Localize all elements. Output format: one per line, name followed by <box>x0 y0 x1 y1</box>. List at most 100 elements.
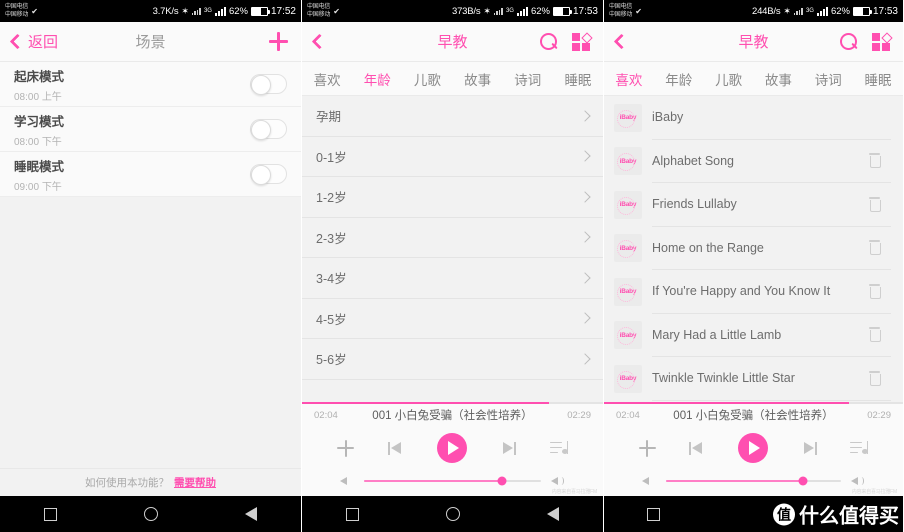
carrier-line-1: 中国电信 <box>5 4 29 10</box>
tab-poetry[interactable]: 诗词 <box>803 69 853 89</box>
album-thumbnail: iBaby <box>614 103 642 132</box>
back-button[interactable] <box>604 33 630 50</box>
media-player: 02:04 001 小白兔受骗（社会性培养） 02:29 内容来自喜马拉雅FM <box>604 401 903 496</box>
playlist-icon <box>850 440 869 456</box>
add-scene-icon[interactable] <box>269 32 288 51</box>
tab-stories[interactable]: 故事 <box>453 69 503 89</box>
scene-toggle[interactable] <box>250 74 287 95</box>
age-label: 5-6岁 <box>316 353 347 368</box>
age-row-4-5[interactable]: 4-5岁 <box>302 298 603 339</box>
queue-button[interactable] <box>550 440 568 456</box>
back-button[interactable] <box>302 33 328 50</box>
grid-view-icon[interactable] <box>572 32 590 51</box>
age-row-3-4[interactable]: 3-4岁 <box>302 258 603 299</box>
song-title: Friends Lullaby <box>652 197 737 212</box>
age-row-1-2[interactable]: 1-2岁 <box>302 177 603 218</box>
tab-sleep[interactable]: 睡眠 <box>553 69 603 89</box>
play-button[interactable] <box>437 433 467 463</box>
back-button[interactable]: 返回 <box>0 31 58 52</box>
age-row-5-6[interactable]: 5-6岁 <box>302 339 603 380</box>
back-icon[interactable] <box>244 506 258 522</box>
panel-scenes: 中国电信 中国移动 ✔ 3.7K/s ✶ 3G 62% 17:52 返回 场景 … <box>0 0 301 532</box>
tab-age[interactable]: 年龄 <box>352 69 402 89</box>
player-controls <box>302 426 603 470</box>
home-icon[interactable] <box>445 507 460 521</box>
tab-nursery-rhymes[interactable]: 儿歌 <box>704 69 754 89</box>
recent-apps-icon[interactable] <box>43 507 57 521</box>
recent-apps-icon[interactable] <box>345 507 359 521</box>
volume-up-icon[interactable] <box>851 475 865 487</box>
add-to-playlist-button[interactable] <box>638 439 656 457</box>
album-thumbnail: iBaby <box>614 190 642 219</box>
song-row[interactable]: iBaby Mary Had a Little Lamb <box>604 313 903 357</box>
delete-icon[interactable] <box>868 327 881 343</box>
carrier-info: 中国电信 中国移动 ✔ <box>5 3 38 19</box>
age-row-2-3[interactable]: 2-3岁 <box>302 217 603 258</box>
scene-row-sleep[interactable]: 睡眠模式 09:00 下午 <box>0 152 301 197</box>
bluetooth-icon: ✶ <box>483 5 491 16</box>
chevron-right-icon <box>579 191 591 203</box>
track-info: 02:04 001 小白兔受骗（社会性培养） 02:29 <box>302 404 603 426</box>
search-icon[interactable] <box>840 32 858 51</box>
song-row[interactable]: iBaby If You're Happy and You Know It <box>604 270 903 314</box>
song-title: Home on the Range <box>652 240 764 255</box>
scene-row-study[interactable]: 学习模式 08:00 下午 <box>0 107 301 152</box>
volume-down-icon[interactable] <box>642 475 656 487</box>
delete-icon[interactable] <box>868 153 881 169</box>
carrier-info: 中国电信 中国移动 ✔ <box>609 3 642 19</box>
delete-icon[interactable] <box>868 240 881 256</box>
nav-header: 返回 场景 <box>0 22 301 62</box>
volume-slider[interactable] <box>364 476 541 486</box>
scene-time: 08:00 上午 <box>14 91 62 103</box>
signal-bars-sim1-icon <box>493 7 503 15</box>
volume-up-icon[interactable] <box>551 475 565 487</box>
play-button[interactable] <box>737 433 768 463</box>
volume-knob[interactable] <box>798 476 807 486</box>
song-row[interactable]: iBaby Twinkle Twinkle Little Star <box>604 357 903 401</box>
scene-toggle[interactable] <box>250 164 287 185</box>
chevron-right-icon <box>579 231 591 243</box>
previous-button[interactable] <box>388 441 403 455</box>
toggle-knob <box>251 74 271 95</box>
song-row[interactable]: iBaby Friends Lullaby <box>604 183 903 227</box>
tab-age[interactable]: 年龄 <box>654 69 704 89</box>
tab-favorites[interactable]: 喜欢 <box>604 69 654 89</box>
android-navigation-bar <box>0 496 301 532</box>
delete-icon[interactable] <box>868 370 881 386</box>
tab-favorites[interactable]: 喜欢 <box>302 69 352 89</box>
tab-poetry[interactable]: 诗词 <box>503 69 553 89</box>
age-row-pregnancy[interactable]: 孕期 <box>302 96 603 137</box>
song-row[interactable]: iBaby iBaby <box>604 96 903 140</box>
song-row[interactable]: iBaby Home on the Range <box>604 226 903 270</box>
add-to-playlist-button[interactable] <box>337 439 354 457</box>
grid-view-icon[interactable] <box>872 32 890 51</box>
tab-nursery-rhymes[interactable]: 儿歌 <box>402 69 452 89</box>
category-tabs: 喜欢 年龄 儿歌 故事 诗词 睡眠 <box>302 62 603 96</box>
search-icon[interactable] <box>540 32 558 51</box>
delete-icon[interactable] <box>868 196 881 212</box>
scene-row-wakeup[interactable]: 起床模式 08:00 上午 <box>0 62 301 107</box>
next-button[interactable] <box>501 441 516 455</box>
tab-sleep[interactable]: 睡眠 <box>853 69 903 89</box>
home-icon[interactable] <box>143 507 158 521</box>
age-label: 4-5岁 <box>316 312 347 327</box>
scene-toggle[interactable] <box>250 119 287 140</box>
sync-check-icon: ✔ <box>333 6 340 16</box>
tab-stories[interactable]: 故事 <box>753 69 803 89</box>
song-row[interactable]: iBaby Alphabet Song <box>604 139 903 183</box>
queue-button[interactable] <box>850 440 869 456</box>
network-speed: 244B/s <box>752 5 781 17</box>
age-row-0-1[interactable]: 0-1岁 <box>302 136 603 177</box>
nav-actions <box>269 32 301 51</box>
volume-knob[interactable] <box>497 476 507 486</box>
previous-button[interactable] <box>689 441 704 455</box>
recent-apps-icon[interactable] <box>647 507 661 521</box>
delete-icon[interactable] <box>868 283 881 299</box>
volume-slider[interactable] <box>666 476 841 486</box>
help-link[interactable]: 需要帮助 <box>174 475 216 490</box>
next-button[interactable] <box>802 441 817 455</box>
scene-name: 学习模式 <box>14 114 65 129</box>
volume-down-icon[interactable] <box>340 475 354 487</box>
battery-icon <box>552 6 572 16</box>
back-icon[interactable] <box>546 506 560 522</box>
